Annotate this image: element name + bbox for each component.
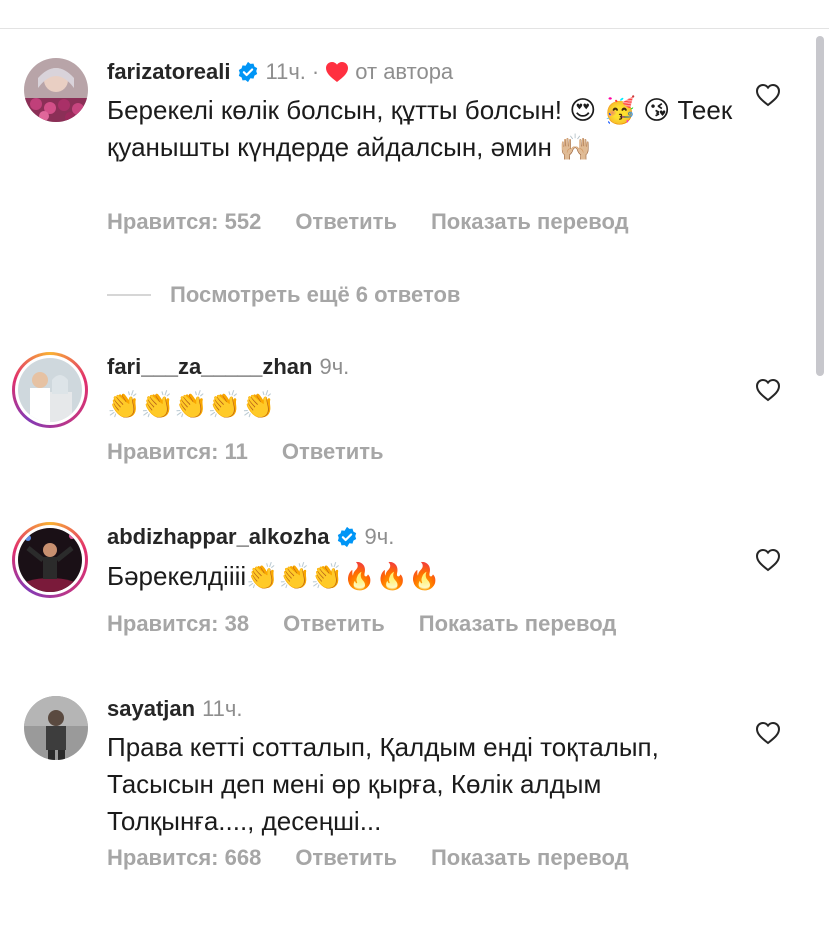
like-count[interactable]: Нравится: 668: [107, 845, 261, 871]
comment-actions: Нравится: 38 Ответить Показать перевод: [107, 611, 650, 637]
comment-text: Права кетті сотталып, Қалдым енді тоқтал…: [107, 732, 659, 836]
translate-button[interactable]: Показать перевод: [419, 611, 617, 637]
reply-button[interactable]: Ответить: [283, 611, 385, 637]
reply-button[interactable]: Ответить: [295, 845, 397, 871]
avatar[interactable]: [12, 522, 88, 598]
username[interactable]: abdizhappar_alkozha: [107, 524, 330, 550]
like-count[interactable]: Нравится: 38: [107, 611, 249, 637]
separator: ·: [311, 59, 320, 84]
verified-badge-icon: [237, 61, 259, 83]
avatar[interactable]: [24, 58, 88, 122]
comment-header: fari___za_____zhan 9ч.: [107, 354, 349, 380]
author-liked-label: от автора: [355, 59, 454, 84]
reply-button[interactable]: Ответить: [295, 209, 397, 235]
view-more-replies[interactable]: Посмотреть ещё 6 ответов: [107, 282, 460, 308]
like-heart-icon[interactable]: [755, 83, 781, 107]
comment-header: abdizhappar_alkozha 9ч.: [107, 524, 394, 550]
top-divider: [0, 28, 829, 29]
translate-button[interactable]: Показать перевод: [431, 845, 629, 871]
like-count[interactable]: Нравится: 11: [107, 439, 248, 465]
verified-badge-icon: [336, 526, 358, 548]
replies-line: [107, 294, 151, 296]
comment-actions: Нравится: 668 Ответить Показать перевод: [107, 845, 663, 871]
username[interactable]: sayatjan: [107, 696, 195, 722]
scrollbar[interactable]: [816, 36, 824, 376]
avatar[interactable]: [24, 696, 88, 760]
comment-header: farizatoreali 11ч. · от автора: [107, 59, 453, 85]
translate-button[interactable]: Показать перевод: [431, 209, 629, 235]
view-more-replies-label: Посмотреть ещё 6 ответов: [170, 282, 461, 307]
like-heart-icon[interactable]: [755, 721, 781, 745]
reply-button[interactable]: Ответить: [282, 439, 384, 465]
comment-header: sayatjan 11ч.: [107, 696, 242, 722]
comment-text: 👏👏👏👏👏: [107, 390, 276, 421]
username[interactable]: farizatoreali: [107, 59, 231, 85]
avatar[interactable]: [12, 352, 88, 428]
timestamp: 9ч.: [319, 354, 350, 379]
username[interactable]: fari___za_____zhan: [107, 354, 312, 380]
comment-text: Бәрекелдіііі👏👏👏🔥🔥🔥: [107, 561, 441, 591]
author-heart-icon: [325, 61, 349, 83]
timestamp: 11ч.: [265, 59, 306, 84]
comment-actions: Нравится: 11 Ответить: [107, 439, 418, 465]
like-count[interactable]: Нравится: 552: [107, 209, 261, 235]
like-heart-icon[interactable]: [755, 548, 781, 572]
comment-actions: Нравится: 552 Ответить Показать перевод: [107, 209, 663, 235]
like-heart-icon[interactable]: [755, 378, 781, 402]
comment-text: Берекелі көлік болсын, құтты болсын! 😍 🥳…: [107, 95, 733, 162]
timestamp: 9ч.: [364, 524, 395, 549]
timestamp: 11ч.: [202, 696, 243, 721]
